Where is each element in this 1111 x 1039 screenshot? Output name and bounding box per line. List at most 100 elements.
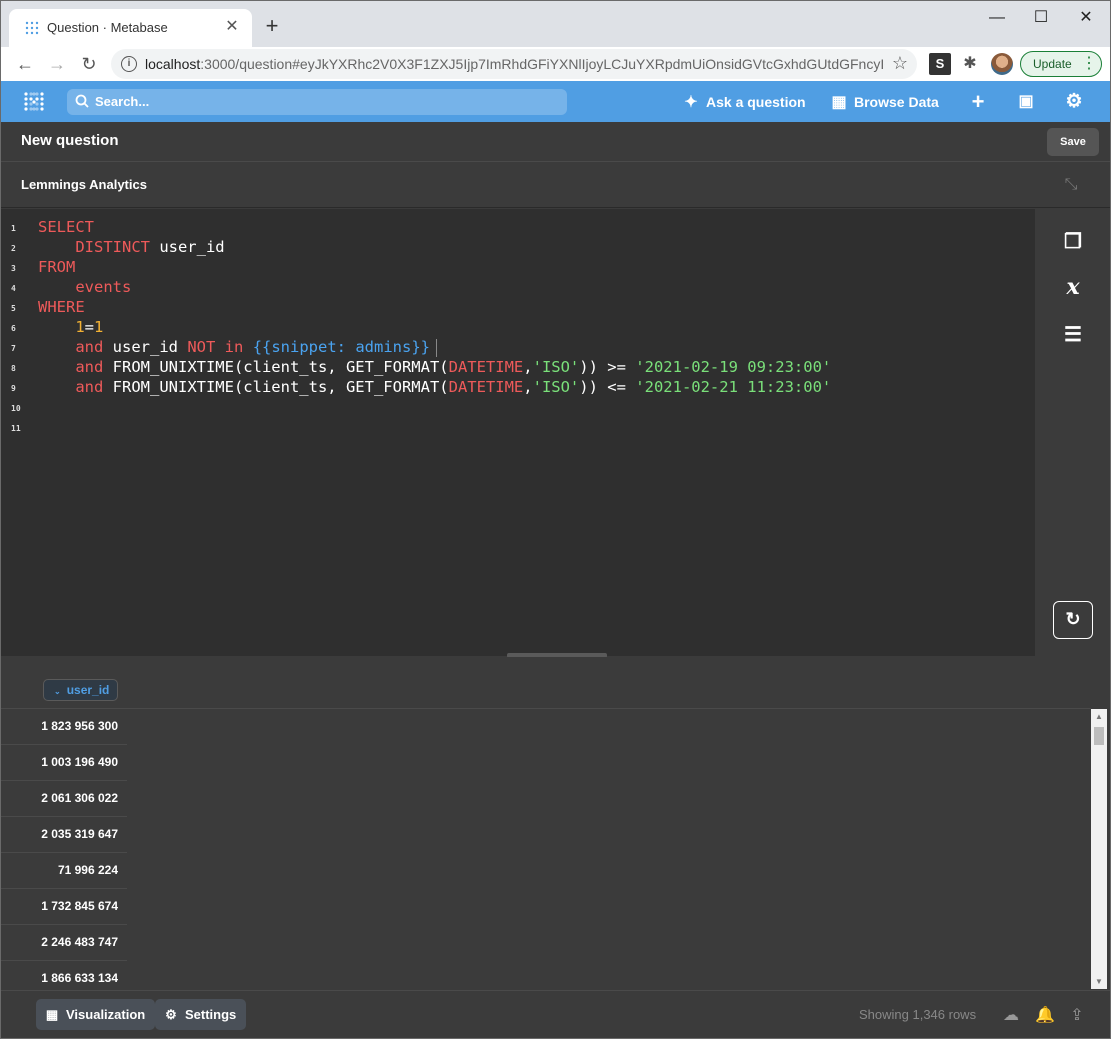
sparkle-icon: ✦ bbox=[684, 94, 698, 111]
save-button[interactable]: Save bbox=[1047, 128, 1099, 156]
browser-tab[interactable]: Question · Metabase ✕ bbox=[9, 9, 252, 47]
new-tab-icon[interactable]: + bbox=[261, 15, 283, 37]
code-line[interactable]: FROM bbox=[38, 257, 75, 277]
visualization-button[interactable]: ▦ Visualization bbox=[36, 999, 156, 1030]
table-row: 1 823 956 300 bbox=[1, 709, 127, 745]
table-cell[interactable]: 1 732 845 674 bbox=[41, 899, 118, 913]
code-token: user_id bbox=[103, 338, 188, 356]
add-icon[interactable]: + bbox=[966, 90, 990, 114]
sql-editor[interactable]: SELECT DISTINCT user_id FROM events WHERE … bbox=[34, 209, 1035, 656]
code-token: 'ISO' bbox=[532, 378, 580, 396]
extensions-puzzle-icon[interactable]: ✱ bbox=[959, 53, 981, 75]
code-token: , bbox=[523, 378, 533, 396]
back-icon[interactable]: ← bbox=[12, 51, 38, 77]
scrollbar-thumb[interactable] bbox=[1094, 727, 1104, 745]
code-token: FROM_UNIXTIME(client_ts, GET_FORMAT( bbox=[103, 378, 449, 396]
editor-sidebar: ❐ x ☰ ↻ bbox=[1035, 209, 1110, 656]
site-info-icon[interactable]: i bbox=[121, 56, 137, 72]
code-token: user_id bbox=[149, 238, 225, 256]
page-title[interactable]: New question bbox=[21, 132, 119, 149]
code-token: '2021-02-21 11:23:00' bbox=[635, 378, 832, 396]
code-token: NOT bbox=[187, 338, 216, 356]
code-token: 1 bbox=[75, 318, 85, 336]
code-token: , bbox=[523, 358, 533, 376]
code-line[interactable]: SELECT bbox=[38, 217, 94, 237]
table-cell[interactable]: 71 996 224 bbox=[58, 863, 118, 877]
table-row: 71 996 224 bbox=[1, 853, 127, 889]
browse-data-button[interactable]: ▦ Browse Data bbox=[830, 92, 938, 112]
minimize-icon[interactable]: — bbox=[983, 7, 1011, 29]
bookmark-star-icon[interactable]: ☆ bbox=[889, 52, 911, 74]
row-count: Showing 1,346 rows bbox=[859, 1007, 977, 1022]
code-token: and bbox=[75, 338, 104, 356]
browser-window: Question · Metabase ✕ + — ☐ ✕ ← → ↻ i lo… bbox=[0, 0, 1111, 1039]
code-token: 'ISO' bbox=[532, 358, 580, 376]
collapse-icon[interactable]: ⤡ bbox=[1061, 175, 1081, 195]
table-row: 1 732 845 674 bbox=[1, 889, 127, 925]
line-number: 5 bbox=[11, 304, 16, 313]
code-token: DATETIME bbox=[448, 378, 524, 396]
sql-editor-icon[interactable]: ▣ bbox=[1014, 90, 1038, 114]
extension-s-icon[interactable]: S bbox=[929, 53, 951, 75]
results-footer: ▦ Visualization ⚙ Settings Showing 1,346 r… bbox=[1, 990, 1110, 1038]
code-line[interactable]: and user_id NOT in {{snippet: admins}} bbox=[38, 337, 437, 357]
share-icon[interactable]: ⇪ bbox=[1066, 1005, 1088, 1027]
database-selector[interactable]: Lemmings Analytics bbox=[21, 177, 147, 192]
tab-close-icon[interactable]: ✕ bbox=[222, 17, 242, 37]
gear-icon[interactable]: ⚙ bbox=[1062, 90, 1086, 114]
download-icon[interactable]: ☁ bbox=[1000, 1005, 1022, 1027]
table-cell[interactable]: 1 823 956 300 bbox=[41, 719, 118, 733]
table-cell[interactable]: 2 061 306 022 bbox=[41, 791, 118, 805]
bell-icon[interactable]: 🔔 bbox=[1034, 1005, 1056, 1027]
column-header[interactable]: ⌄ user_id bbox=[43, 679, 119, 701]
scroll-down-icon[interactable]: ▼ bbox=[1095, 977, 1103, 986]
table-row: 2 246 483 747 bbox=[1, 925, 127, 961]
maximize-icon[interactable]: ☐ bbox=[1027, 7, 1055, 29]
window-close-icon[interactable]: ✕ bbox=[1072, 7, 1100, 29]
reload-icon[interactable]: ↻ bbox=[76, 51, 102, 77]
code-line[interactable]: 1=1 bbox=[38, 317, 103, 337]
url-text[interactable]: localhost:3000/question#eyJkYXRhc2V0X3F1… bbox=[145, 56, 885, 72]
data-reference-icon[interactable]: ❐ bbox=[1061, 230, 1085, 254]
scroll-up-icon[interactable]: ▲ bbox=[1095, 712, 1103, 721]
browser-toolbar: ← → ↻ i localhost:3000/question#eyJkYXRh… bbox=[1, 47, 1110, 81]
code-token: DISTINCT bbox=[75, 238, 150, 256]
table-cell[interactable]: 1 866 633 134 bbox=[41, 971, 118, 985]
search-placeholder: Search... bbox=[95, 94, 150, 109]
table-cell[interactable]: 2 246 483 747 bbox=[41, 935, 118, 949]
run-query-button[interactable]: ↻ bbox=[1053, 601, 1093, 639]
code-line[interactable]: events bbox=[38, 277, 131, 297]
line-number: 11 bbox=[11, 424, 21, 433]
line-number: 6 bbox=[11, 324, 16, 333]
code-token: {{snippet: admins}} bbox=[252, 338, 430, 356]
code-token: )) <= bbox=[579, 378, 636, 396]
chevron-down-icon: ⌄ bbox=[54, 687, 61, 696]
code-line[interactable]: and FROM_UNIXTIME(client_ts, GET_FORMAT(… bbox=[38, 377, 831, 397]
table-cell[interactable]: 2 035 319 647 bbox=[41, 827, 118, 841]
settings-button[interactable]: ⚙ Settings bbox=[155, 999, 247, 1030]
database-bar: Lemmings Analytics ⤡ bbox=[1, 162, 1110, 208]
variables-icon[interactable]: x bbox=[1061, 275, 1085, 299]
search-input[interactable]: Search... bbox=[67, 89, 567, 115]
code-line[interactable]: DISTINCT user_id bbox=[38, 237, 225, 257]
code-line[interactable]: and FROM_UNIXTIME(client_ts, GET_FORMAT(… bbox=[38, 357, 831, 377]
results-scrollbar[interactable]: ▲ ▼ bbox=[1091, 709, 1107, 989]
grid-icon: ▦ bbox=[831, 94, 847, 111]
grid-icon: ▦ bbox=[45, 1007, 59, 1022]
code-line[interactable]: WHERE bbox=[38, 297, 85, 317]
table-divider bbox=[1, 708, 1091, 709]
metabase-logo-icon[interactable] bbox=[23, 91, 45, 113]
profile-avatar[interactable] bbox=[991, 53, 1013, 75]
code-token: )) >= bbox=[579, 358, 636, 376]
line-number: 10 bbox=[11, 404, 21, 413]
ask-question-button[interactable]: ✦ Ask a question bbox=[682, 92, 805, 112]
update-button[interactable]: Update ⋮ bbox=[1020, 51, 1102, 77]
table-cell[interactable]: 1 003 196 490 bbox=[41, 755, 118, 769]
line-number: 7 bbox=[11, 344, 16, 353]
address-bar[interactable]: i localhost:3000/question#eyJkYXRhc2V0X3… bbox=[111, 49, 917, 79]
forward-icon[interactable]: → bbox=[44, 51, 70, 77]
snippets-icon[interactable]: ☰ bbox=[1061, 323, 1085, 347]
code-token: FROM_UNIXTIME(client_ts, GET_FORMAT( bbox=[103, 358, 449, 376]
